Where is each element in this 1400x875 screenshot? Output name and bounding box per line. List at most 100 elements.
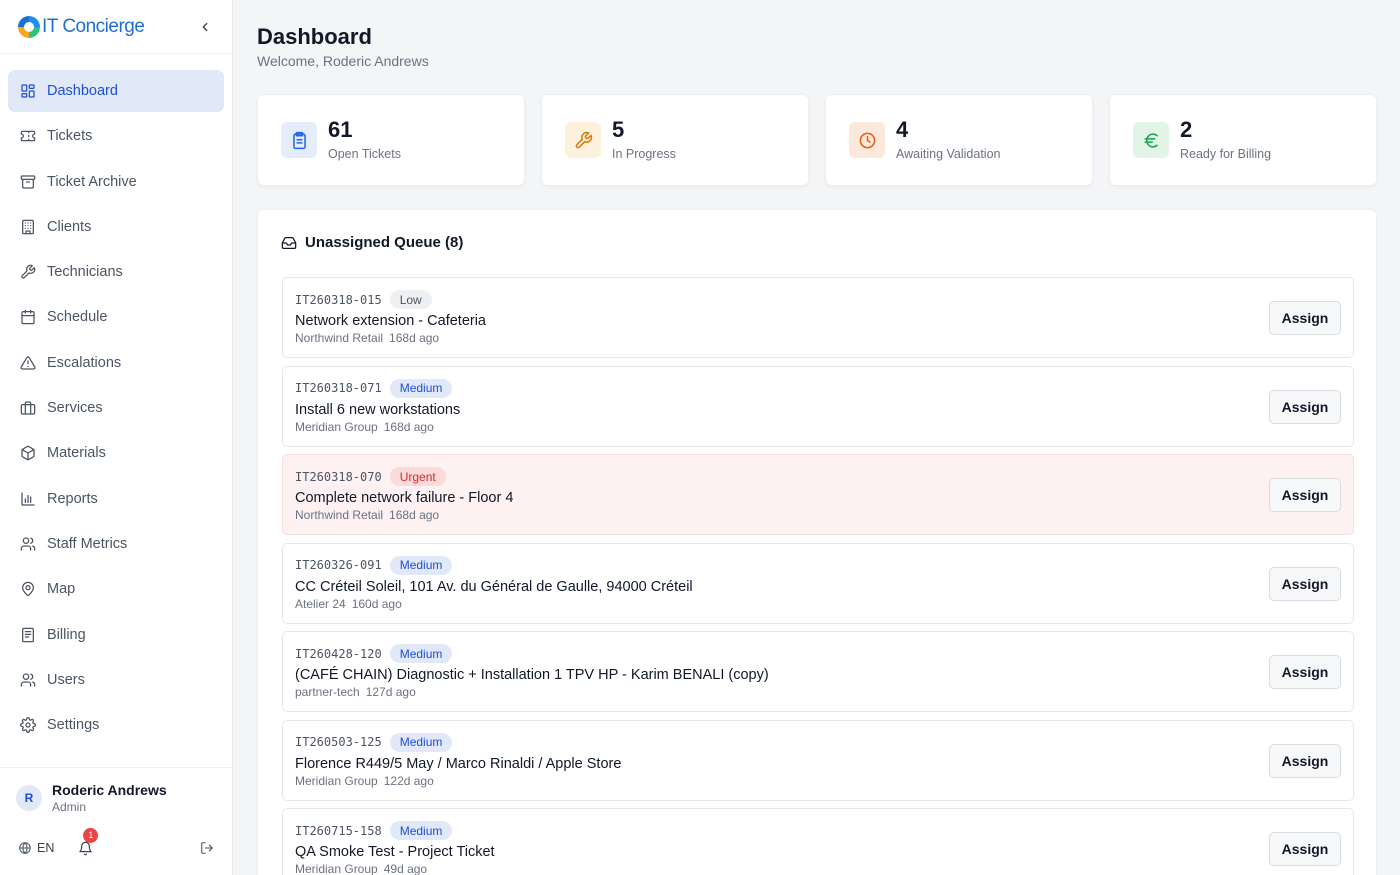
receipt-icon [20,627,36,643]
sidebar-item-billing[interactable]: Billing [8,614,224,656]
sidebar-item-label: Services [47,400,103,417]
ticket-title: QA Smoke Test - Project Ticket [295,844,495,860]
collapse-sidebar-button[interactable] [196,18,214,36]
stat-label: In Progress [612,147,676,161]
ticket-id: IT260503-125 [295,735,382,749]
sidebar-item-label: Schedule [47,309,108,326]
sidebar-item-staff-metrics[interactable]: Staff Metrics [8,523,224,565]
building-icon [20,219,36,235]
stat-card-ready-for-billing[interactable]: 2 Ready for Billing [1109,94,1377,186]
stat-card-open-tickets[interactable]: 61 Open Tickets [257,94,525,186]
page-subtitle: Welcome, Roderic Andrews [257,53,429,69]
bell-icon [79,841,93,855]
sidebar-item-materials[interactable]: Materials [8,432,224,474]
user-name: Roderic Andrews [52,782,167,798]
logo-icon [18,15,40,38]
gear-icon [20,717,36,734]
ticket-age: 122d ago [383,773,434,788]
assign-button[interactable]: Assign [1269,655,1341,689]
priority-badge: Medium [389,644,453,663]
ticket-row[interactable]: IT260318-015 Low Network extension - Cafet… [282,277,1354,358]
assign-button[interactable]: Assign [1269,832,1341,866]
ticket-meta: Meridian Group 122d ago [295,774,434,788]
assign-button[interactable]: Assign [1269,389,1341,424]
notification-badge: 1 [83,827,99,843]
ticket-row[interactable]: IT260503-125 Medium Florence R449/5 May / … [282,719,1354,801]
globe-icon [19,841,31,855]
stat-label: Ready for Billing [1180,147,1272,161]
ticket-id: IT260428-120 [295,646,382,661]
assign-button[interactable]: Assign [1269,301,1341,335]
sidebar-item-technicians[interactable]: Technicians [8,251,224,293]
notifications-button[interactable]: 1 [78,827,99,856]
ticket-row[interactable]: IT260715-158 Medium QA Smoke Test - Projec… [282,808,1354,875]
main-content: Dashboard Welcome, Roderic Andrews 61 Ope… [233,0,1400,875]
inbox-icon [281,236,297,249]
ticket-age: 168d ago [389,331,440,345]
logout-button[interactable] [200,841,214,855]
briefcase-icon [20,400,36,416]
ticket-id: IT260318-071 [295,381,382,395]
bar-chart-icon [20,491,36,507]
warning-icon [20,356,36,370]
users-icon [20,536,36,552]
sidebar-item-label: Map [47,581,76,598]
stat-card-in-progress[interactable]: 5 In Progress [541,94,809,186]
sidebar-item-schedule[interactable]: Schedule [8,296,224,338]
ticket-id: IT260318-015 [295,292,382,307]
stat-value: 4 [896,117,909,142]
sidebar-item-label: Tickets [47,128,93,145]
sidebar-item-dashboard[interactable]: Dashboard [8,70,224,112]
sidebar-item-label: Materials [47,445,106,462]
calendar-icon [21,310,35,325]
ticket-client: Northwind Retail [295,331,384,345]
sidebar-item-map[interactable]: Map [8,568,224,610]
ticket-meta: Meridian Group 168d ago [295,420,434,434]
ticket-row[interactable]: IT260318-070 Urgent Complete network failu… [282,454,1354,535]
sidebar-item-ticket-archive[interactable]: Ticket Archive [8,161,224,203]
user-panel: R Roderic Andrews Admin EN 1 [0,767,232,875]
queue-title: Unassigned Queue (8) [305,234,464,251]
user-role: Admin [52,800,87,814]
gear-icon [20,717,36,734]
ticket-client: partner-tech [295,685,360,699]
sidebar-item-label: Settings [47,717,100,734]
sidebar-item-services[interactable]: Services [8,387,224,429]
sidebar-item-users[interactable]: Users [8,659,224,701]
sidebar-item-label: Billing [47,626,86,643]
sidebar-item-escalations[interactable]: Escalations [8,342,224,384]
package-icon [21,446,35,461]
wrench-icon [20,264,36,280]
ticket-icon [20,128,36,144]
wrench-icon [575,131,592,148]
language-label: EN [37,841,55,855]
clock-icon [849,122,885,158]
sidebar-item-tickets[interactable]: Tickets [8,115,224,157]
priority-badge: Medium [389,821,453,840]
users-icon [20,673,36,687]
briefcase-icon [20,401,36,415]
sidebar-item-label: Clients [47,218,92,235]
sidebar-item-clients[interactable]: Clients [8,206,224,248]
assign-button[interactable]: Assign [1269,743,1341,778]
sidebar-item-label: Dashboard [47,83,118,99]
map-pin-icon [22,582,34,597]
sidebar-item-settings[interactable]: Settings [8,704,224,746]
sidebar-item-reports[interactable]: Reports [8,478,224,520]
sidebar-nav: Dashboard Tickets Ticket Archive Clients Tec… [0,54,232,765]
sidebar-item-label: Escalations [47,354,122,371]
ticket-row[interactable]: IT260428-120 Medium (CAFÉ CHAIN) Diagnosti… [282,631,1354,712]
euro-icon [1133,122,1169,158]
assign-button[interactable]: Assign [1269,566,1341,601]
dashboard-icon [21,84,35,98]
ticket-row[interactable]: IT260318-071 Medium Install 6 new workstat… [282,365,1354,447]
ticket-client: Meridian Group [295,419,378,434]
ticket-row[interactable]: IT260326-091 Medium CC Créteil Soleil, 101… [282,542,1354,624]
stat-card-awaiting-validation[interactable]: 4 Awaiting Validation [825,94,1093,186]
logout-icon [201,842,213,854]
language-switcher[interactable]: EN [18,841,54,855]
avatar[interactable]: R [16,785,42,811]
assign-button[interactable]: Assign [1269,478,1341,512]
wrench-icon [565,122,601,158]
stat-value: 5 [612,117,625,142]
